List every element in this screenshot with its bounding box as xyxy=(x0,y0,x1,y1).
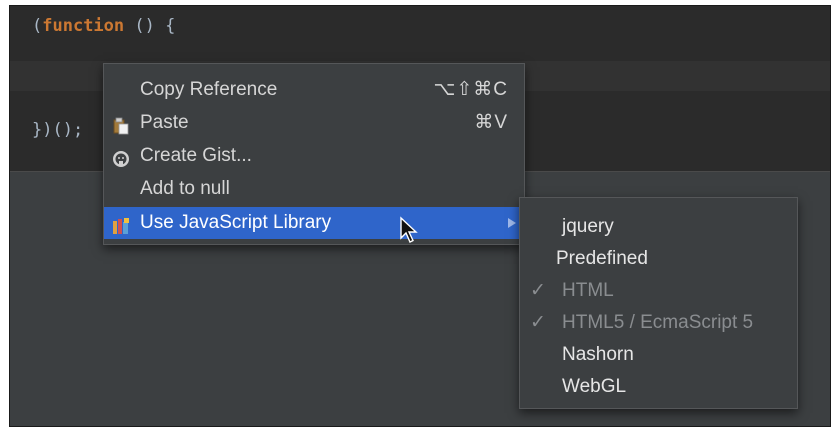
code-keyword: function xyxy=(42,16,125,36)
submenu-item-html[interactable]: ✓ HTML xyxy=(520,276,797,306)
clipboard-icon xyxy=(112,114,130,135)
submenu-item-label: HTML xyxy=(562,280,614,301)
menu-item-label: Add to null xyxy=(140,178,230,199)
menu-item-use-javascript-library[interactable]: Use JavaScript Library xyxy=(104,207,524,239)
code-line-1-rest: () { xyxy=(124,16,176,36)
menu-item-shortcut: ⌥⇧⌘C xyxy=(433,79,508,100)
code-open-paren: ( xyxy=(32,16,43,36)
submenu-item-nashorn[interactable]: Nashorn xyxy=(520,340,797,370)
submenu-item-webgl[interactable]: WebGL xyxy=(520,372,797,402)
menu-item-shortcut: ⌘V xyxy=(474,112,508,133)
code-line-2: })(); xyxy=(32,120,84,140)
menu-item-label: Copy Reference xyxy=(140,79,278,100)
submenu-item-label: HTML5 / EcmaScript 5 xyxy=(562,312,754,333)
menu-item-copy-reference[interactable]: Copy Reference ⌥⇧⌘C xyxy=(104,74,524,106)
menu-item-label: Paste xyxy=(140,112,189,133)
js-library-icon xyxy=(112,214,130,234)
javascript-library-submenu: jquery Predefined ✓ HTML ✓ HTML5 / EcmaS… xyxy=(519,197,798,409)
checkmark-icon: ✓ xyxy=(530,312,546,333)
submenu-item-label: Nashorn xyxy=(562,344,634,365)
menu-item-add-to[interactable]: Add to null xyxy=(104,173,524,205)
submenu-item-html5-ecmascript5[interactable]: ✓ HTML5 / EcmaScript 5 xyxy=(520,308,797,338)
submenu-item-label: jquery xyxy=(562,216,614,237)
menu-item-create-gist[interactable]: Create Gist... xyxy=(104,140,524,172)
github-icon xyxy=(112,147,130,167)
menu-item-paste[interactable]: Paste ⌘V xyxy=(104,107,524,139)
menu-item-label: Create Gist... xyxy=(140,145,252,166)
submenu-item-jquery[interactable]: jquery xyxy=(520,212,797,242)
submenu-item-predefined[interactable]: Predefined xyxy=(520,244,797,274)
submenu-arrow-icon xyxy=(508,218,516,228)
checkmark-icon: ✓ xyxy=(530,280,546,301)
menu-item-label: Use JavaScript Library xyxy=(140,212,332,233)
submenu-item-label: WebGL xyxy=(562,376,627,397)
submenu-item-label: Predefined xyxy=(556,248,648,269)
code-line-1: (function () { xyxy=(32,16,175,36)
mouse-pointer-icon xyxy=(399,216,421,246)
context-menu: Copy Reference ⌥⇧⌘C Paste ⌘V Create Gist… xyxy=(103,63,525,245)
